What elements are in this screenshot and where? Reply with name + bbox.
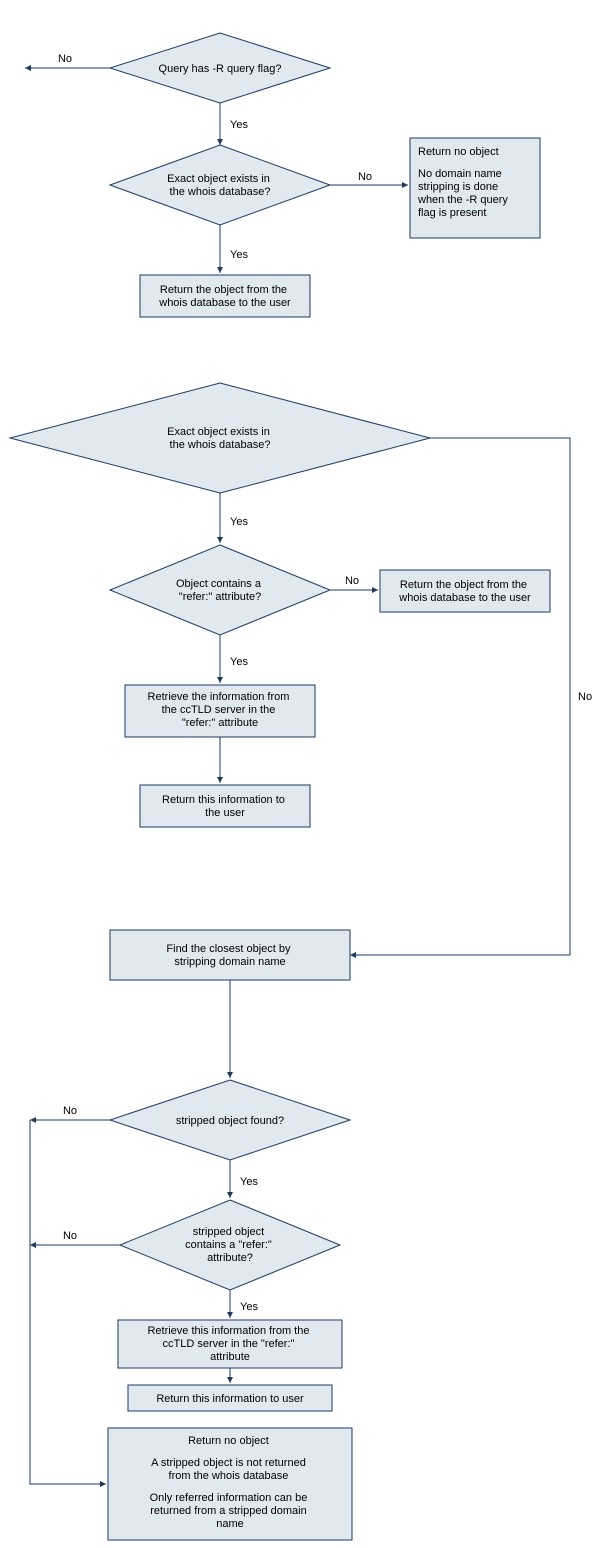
edge-label: Yes [230, 516, 248, 528]
decision-refer-1-label: Object contains a "refer:" attribute? [176, 578, 264, 603]
edge-label: Yes [230, 656, 248, 668]
process-return-object-1 [140, 275, 310, 317]
decision-exact-object-2-label: Exact object exists in the whois databas… [167, 426, 273, 451]
edge-label: No [358, 171, 372, 183]
edge-label: No [63, 1105, 77, 1117]
decision-exact-object-1-label: Exact object exists in the whois databas… [167, 173, 273, 198]
decision-r-flag-label: Query has -R query flag? [159, 63, 282, 75]
process-return-object-2-label: Return the object from the whois databas… [398, 579, 531, 604]
decision-exact-object-1 [110, 145, 330, 225]
process-return-object-1-label: Return the object from the whois databas… [158, 284, 291, 309]
process-find-closest-label: Find the closest object by stripping dom… [166, 943, 293, 968]
process-find-closest [110, 930, 350, 980]
process-return-info-2-label: Return this information to user [156, 1393, 304, 1405]
flowchart-diagram: Query has -R query flag? Yes No Exact ob… [0, 0, 612, 1548]
decision-refer-1 [110, 545, 330, 635]
edge-label: No [63, 1230, 77, 1242]
process-return-object-2 [380, 570, 550, 612]
edge-label: Yes [230, 249, 248, 261]
process-return-info-1 [140, 785, 310, 827]
edge-label: No [58, 53, 72, 65]
edge-label: Yes [240, 1301, 258, 1313]
edge-label: Yes [230, 119, 248, 131]
edge-label: Yes [240, 1176, 258, 1188]
edge-label: No [578, 691, 592, 703]
decision-stripped-found-label: stripped object found? [176, 1115, 284, 1127]
decision-exact-object-2 [10, 383, 430, 493]
edge-label: No [345, 575, 359, 587]
